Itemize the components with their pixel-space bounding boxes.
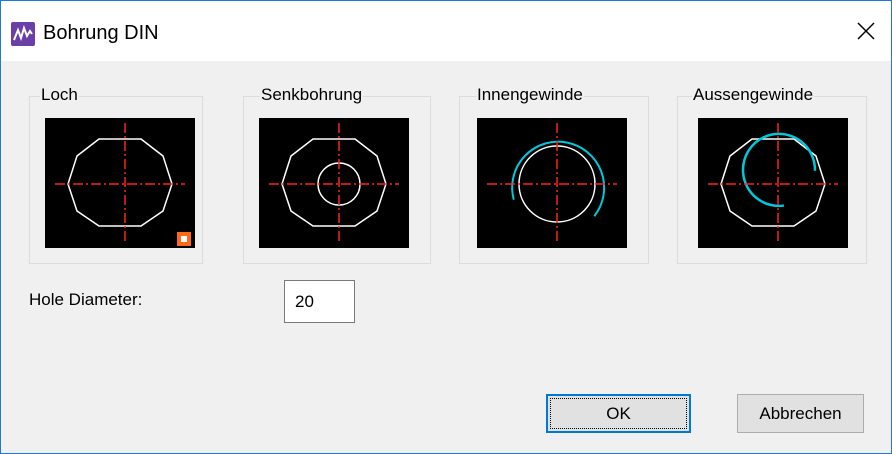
option-aussengewinde-preview[interactable] — [698, 118, 848, 248]
option-loch-group: Loch — [29, 84, 203, 264]
option-innengewinde-label: Innengewinde — [476, 84, 584, 106]
option-aussengewinde-group: Aussengewinde — [677, 84, 867, 264]
selected-marker-icon — [177, 232, 191, 246]
option-loch-preview[interactable] — [45, 118, 195, 248]
dialog-window: Bohrung DIN Loch Senkbohrung Innengewind… — [0, 0, 892, 454]
option-senkbohrung-label: Senkbohrung — [260, 84, 364, 106]
window-title: Bohrung DIN — [43, 22, 159, 44]
title-bar[interactable]: Bohrung DIN — [1, 1, 891, 61]
option-senkbohrung-preview[interactable] — [259, 118, 409, 248]
focus-rect — [550, 398, 687, 429]
option-senkbohrung-group: Senkbohrung — [243, 84, 431, 264]
close-icon — [857, 22, 875, 40]
ok-button[interactable]: OK — [546, 394, 691, 433]
option-innengewinde-preview[interactable] — [477, 118, 627, 248]
hole-diameter-label: Hole Diameter: — [29, 290, 143, 309]
app-logo-icon — [11, 22, 35, 46]
option-loch-label: Loch — [40, 84, 79, 106]
cancel-button-label: Abbrechen — [759, 403, 842, 423]
close-button[interactable] — [841, 1, 891, 61]
cancel-button[interactable]: Abbrechen — [737, 394, 864, 433]
hole-diameter-input[interactable] — [284, 280, 355, 323]
option-aussengewinde-label: Aussengewinde — [692, 84, 815, 106]
option-innengewinde-group: Innengewinde — [459, 84, 649, 264]
